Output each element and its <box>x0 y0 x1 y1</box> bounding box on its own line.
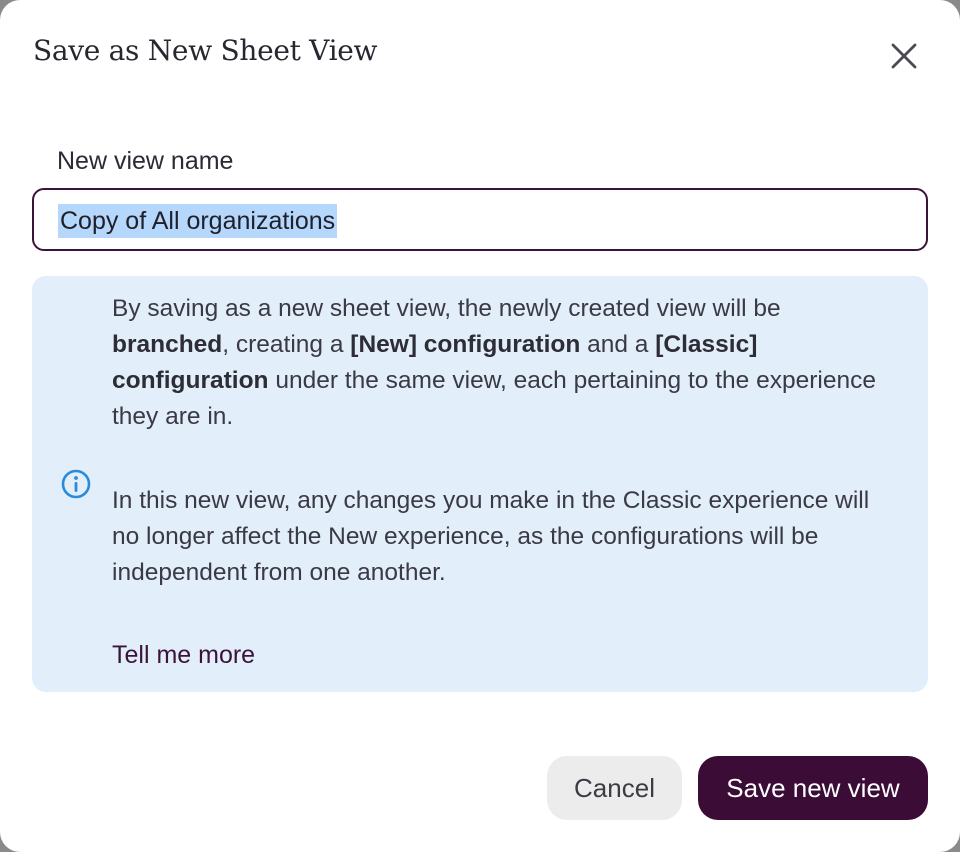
info-paragraph-independence: In this new view, any changes you make i… <box>112 487 870 586</box>
info-icon <box>61 469 91 499</box>
save-new-view-button[interactable]: Save new view <box>698 756 928 820</box>
close-button[interactable] <box>884 36 924 76</box>
dialog-title: Save as New Sheet View <box>33 34 378 67</box>
view-name-label: New view name <box>57 147 234 175</box>
view-name-input[interactable]: Copy of All organizations <box>32 188 928 251</box>
info-callout: By saving as a new sheet view, the newly… <box>32 276 928 692</box>
info-paragraph-branching: By saving as a new sheet view, the newly… <box>112 295 876 430</box>
view-name-value[interactable]: Copy of All organizations <box>58 204 338 238</box>
tell-me-more-link[interactable]: Tell me more <box>112 641 255 670</box>
save-view-dialog: Save as New Sheet View New view name Cop… <box>0 0 960 852</box>
cancel-button[interactable]: Cancel <box>547 756 682 820</box>
close-icon <box>891 43 917 69</box>
